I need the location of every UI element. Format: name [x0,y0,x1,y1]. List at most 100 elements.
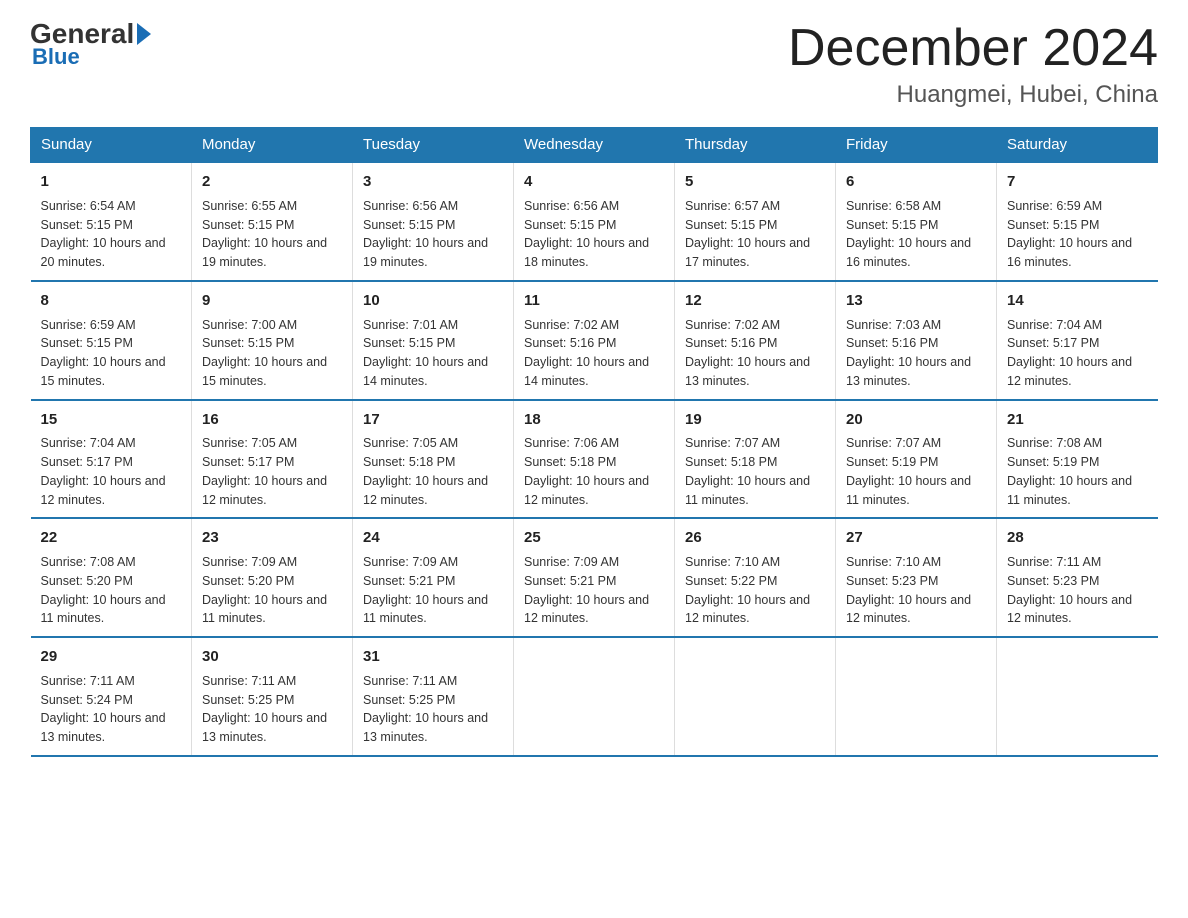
calendar-cell: 16 Sunrise: 7:05 AMSunset: 5:17 PMDayligh… [192,400,353,519]
calendar-cell [836,637,997,756]
day-info: Sunrise: 7:02 AMSunset: 5:16 PMDaylight:… [685,316,825,391]
calendar-cell: 30Sunrise: 7:11 AMSunset: 5:25 PMDayligh… [192,637,353,756]
day-number: 12 [685,290,825,312]
header-tuesday: Tuesday [353,128,514,163]
calendar-cell: 12 Sunrise: 7:02 AMSunset: 5:16 PMDayligh… [675,281,836,400]
day-info: Sunrise: 7:01 AMSunset: 5:15 PMDaylight:… [363,316,503,391]
day-info: Sunrise: 7:03 AMSunset: 5:16 PMDaylight:… [846,316,986,391]
calendar-cell: 6Sunrise: 6:58 AMSunset: 5:15 PMDaylight… [836,162,997,281]
calendar-cell: 27 Sunrise: 7:10 AMSunset: 5:23 PMDayligh… [836,518,997,637]
day-number: 5 [685,171,825,193]
calendar-cell: 29Sunrise: 7:11 AMSunset: 5:24 PMDayligh… [31,637,192,756]
day-info: Sunrise: 7:07 AMSunset: 5:18 PMDaylight:… [685,434,825,509]
calendar-cell: 7 Sunrise: 6:59 AMSunset: 5:15 PMDaylight… [997,162,1158,281]
calendar-cell: 18 Sunrise: 7:06 AMSunset: 5:18 PMDayligh… [514,400,675,519]
day-number: 27 [846,527,986,549]
day-info: Sunrise: 7:09 AMSunset: 5:21 PMDaylight:… [524,553,664,628]
day-number: 11 [524,290,664,312]
calendar-cell: 20 Sunrise: 7:07 AMSunset: 5:19 PMDayligh… [836,400,997,519]
day-info: Sunrise: 6:54 AMSunset: 5:15 PMDaylight:… [41,197,182,272]
day-number: 3 [363,171,503,193]
day-info: Sunrise: 6:59 AMSunset: 5:15 PMDaylight:… [1007,197,1148,272]
day-info: Sunrise: 7:07 AMSunset: 5:19 PMDaylight:… [846,434,986,509]
calendar-cell: 13 Sunrise: 7:03 AMSunset: 5:16 PMDayligh… [836,281,997,400]
calendar-cell: 10 Sunrise: 7:01 AMSunset: 5:15 PMDayligh… [353,281,514,400]
calendar-week-row: 8 Sunrise: 6:59 AMSunset: 5:15 PMDaylight… [31,281,1158,400]
day-number: 18 [524,409,664,431]
day-number: 2 [202,171,342,193]
calendar-week-row: 15Sunrise: 7:04 AMSunset: 5:17 PMDayligh… [31,400,1158,519]
calendar-table: SundayMondayTuesdayWednesdayThursdayFrid… [30,127,1158,757]
day-number: 7 [1007,171,1148,193]
header-friday: Friday [836,128,997,163]
day-number: 1 [41,171,182,193]
day-info: Sunrise: 6:55 AMSunset: 5:15 PMDaylight:… [202,197,342,272]
day-info: Sunrise: 7:08 AMSunset: 5:19 PMDaylight:… [1007,434,1148,509]
day-number: 23 [202,527,342,549]
day-number: 10 [363,290,503,312]
calendar-cell: 23 Sunrise: 7:09 AMSunset: 5:20 PMDayligh… [192,518,353,637]
day-info: Sunrise: 6:57 AMSunset: 5:15 PMDaylight:… [685,197,825,272]
header-wednesday: Wednesday [514,128,675,163]
day-number: 9 [202,290,342,312]
title-block: December 2024 Huangmei, Hubei, China [788,20,1158,109]
calendar-cell: 9 Sunrise: 7:00 AMSunset: 5:15 PMDaylight… [192,281,353,400]
calendar-week-row: 22Sunrise: 7:08 AMSunset: 5:20 PMDayligh… [31,518,1158,637]
day-info: Sunrise: 7:02 AMSunset: 5:16 PMDaylight:… [524,316,664,391]
calendar-subtitle: Huangmei, Hubei, China [788,81,1158,109]
calendar-cell: 5 Sunrise: 6:57 AMSunset: 5:15 PMDaylight… [675,162,836,281]
day-number: 20 [846,409,986,431]
day-number: 6 [846,171,986,193]
calendar-cell [514,637,675,756]
calendar-cell: 3 Sunrise: 6:56 AMSunset: 5:15 PMDaylight… [353,162,514,281]
logo-blue-text: Blue [32,44,80,70]
day-info: Sunrise: 7:10 AMSunset: 5:23 PMDaylight:… [846,553,986,628]
day-number: 24 [363,527,503,549]
header-saturday: Saturday [997,128,1158,163]
calendar-cell: 26 Sunrise: 7:10 AMSunset: 5:22 PMDayligh… [675,518,836,637]
day-info: Sunrise: 7:10 AMSunset: 5:22 PMDaylight:… [685,553,825,628]
calendar-week-row: 29Sunrise: 7:11 AMSunset: 5:24 PMDayligh… [31,637,1158,756]
day-info: Sunrise: 7:05 AMSunset: 5:17 PMDaylight:… [202,434,342,509]
calendar-cell: 21 Sunrise: 7:08 AMSunset: 5:19 PMDayligh… [997,400,1158,519]
day-number: 26 [685,527,825,549]
calendar-cell: 8 Sunrise: 6:59 AMSunset: 5:15 PMDaylight… [31,281,192,400]
day-number: 21 [1007,409,1148,431]
day-number: 17 [363,409,503,431]
calendar-cell: 31Sunrise: 7:11 AMSunset: 5:25 PMDayligh… [353,637,514,756]
day-number: 16 [202,409,342,431]
day-number: 14 [1007,290,1148,312]
day-number: 30 [202,646,342,668]
day-info: Sunrise: 7:11 AMSunset: 5:25 PMDaylight:… [363,672,503,747]
day-info: Sunrise: 7:00 AMSunset: 5:15 PMDaylight:… [202,316,342,391]
calendar-cell [675,637,836,756]
day-number: 29 [41,646,182,668]
logo: General Blue [30,20,151,70]
day-info: Sunrise: 7:09 AMSunset: 5:20 PMDaylight:… [202,553,342,628]
day-info: Sunrise: 7:06 AMSunset: 5:18 PMDaylight:… [524,434,664,509]
calendar-cell [997,637,1158,756]
calendar-week-row: 1 Sunrise: 6:54 AMSunset: 5:15 PMDaylight… [31,162,1158,281]
day-number: 8 [41,290,182,312]
day-info: Sunrise: 7:09 AMSunset: 5:21 PMDaylight:… [363,553,503,628]
day-info: Sunrise: 7:04 AMSunset: 5:17 PMDaylight:… [1007,316,1148,391]
day-info: Sunrise: 6:56 AMSunset: 5:15 PMDaylight:… [363,197,503,272]
day-number: 4 [524,171,664,193]
calendar-cell: 19 Sunrise: 7:07 AMSunset: 5:18 PMDayligh… [675,400,836,519]
header-thursday: Thursday [675,128,836,163]
day-info: Sunrise: 7:11 AMSunset: 5:23 PMDaylight:… [1007,553,1148,628]
calendar-cell: 15Sunrise: 7:04 AMSunset: 5:17 PMDayligh… [31,400,192,519]
calendar-header-row: SundayMondayTuesdayWednesdayThursdayFrid… [31,128,1158,163]
calendar-cell: 28 Sunrise: 7:11 AMSunset: 5:23 PMDayligh… [997,518,1158,637]
day-number: 28 [1007,527,1148,549]
calendar-cell: 17Sunrise: 7:05 AMSunset: 5:18 PMDayligh… [353,400,514,519]
day-number: 13 [846,290,986,312]
header-sunday: Sunday [31,128,192,163]
day-number: 19 [685,409,825,431]
calendar-cell: 14 Sunrise: 7:04 AMSunset: 5:17 PMDayligh… [997,281,1158,400]
day-number: 15 [41,409,182,431]
logo-arrow-icon [137,23,151,45]
day-info: Sunrise: 6:59 AMSunset: 5:15 PMDaylight:… [41,316,182,391]
day-info: Sunrise: 6:56 AMSunset: 5:15 PMDaylight:… [524,197,664,272]
day-number: 25 [524,527,664,549]
